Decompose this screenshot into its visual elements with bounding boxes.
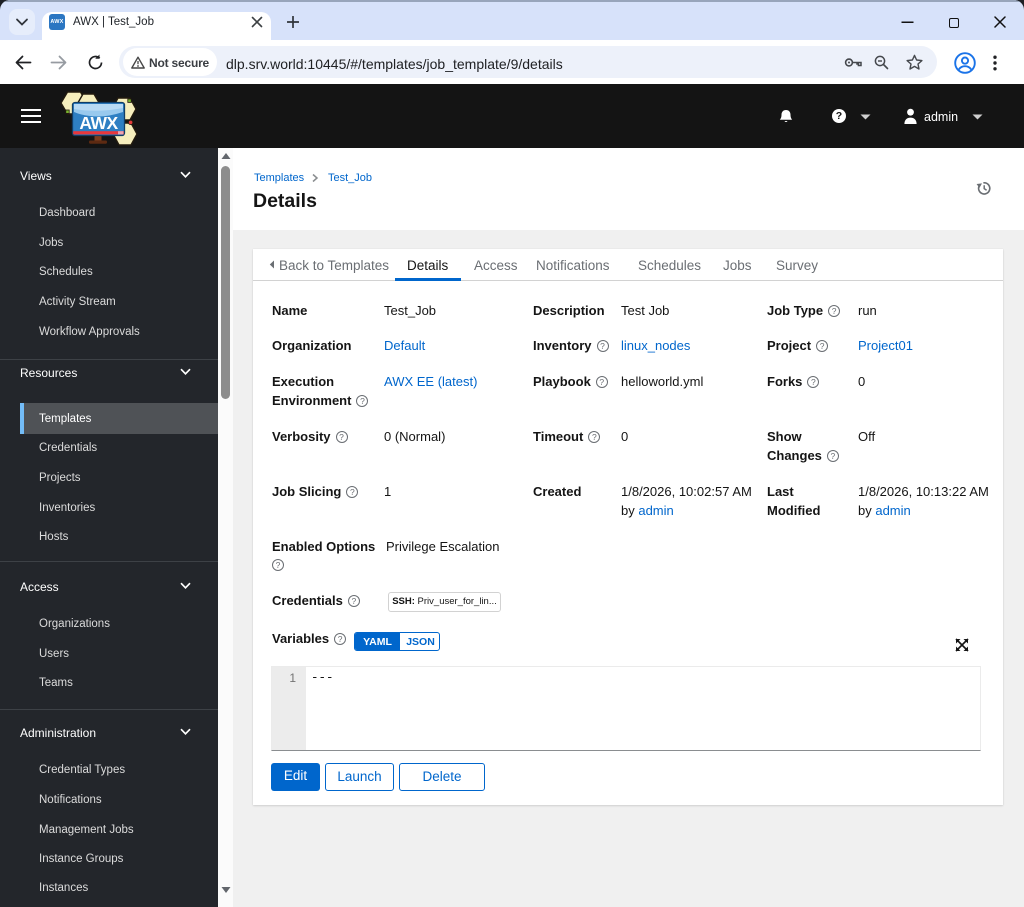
svg-text:AWX: AWX: [79, 113, 118, 133]
